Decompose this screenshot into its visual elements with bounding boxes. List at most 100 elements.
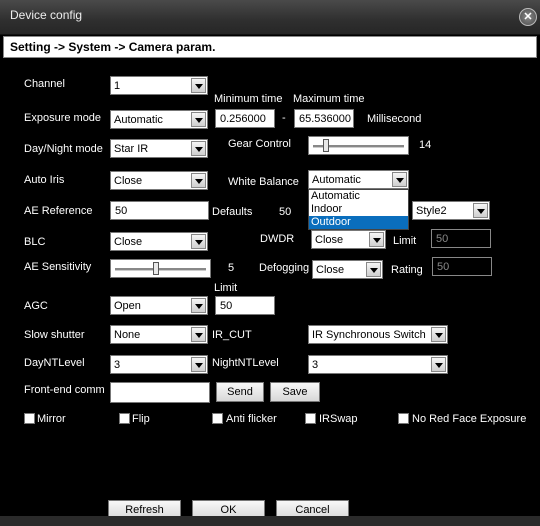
chevron-down-icon	[369, 232, 384, 247]
white-balance-label: White Balance	[228, 176, 299, 188]
day-nt-level-value: 3	[114, 359, 121, 371]
ae-sensitivity-value: 5	[228, 262, 235, 274]
anti-flicker-checkbox[interactable]	[212, 413, 223, 424]
night-nt-level-select[interactable]: 3	[308, 355, 448, 374]
night-nt-level-label: NightNTLevel	[212, 357, 279, 369]
day-nt-level-select[interactable]: 3	[110, 355, 208, 374]
channel-select[interactable]: 1	[110, 76, 208, 95]
minimum-time-label: Minimum time	[214, 93, 283, 105]
maximum-time-value: 65.536000	[299, 113, 351, 125]
exposure-mode-select[interactable]: Automatic	[110, 110, 208, 129]
window-title: Device config	[10, 8, 83, 22]
send-button[interactable]: Send	[216, 382, 264, 402]
channel-value: 1	[114, 80, 121, 92]
irswap-checkbox[interactable]	[305, 413, 316, 424]
exposure-mode-label: Exposure mode	[24, 112, 102, 124]
style-select[interactable]: Style2	[412, 201, 490, 220]
slider-thumb[interactable]	[153, 262, 160, 275]
blc-label: BLC	[24, 236, 46, 248]
time-range-dash: -	[282, 112, 286, 124]
title-bar: Device config ✕	[0, 0, 540, 35]
flip-label: Flip	[132, 413, 150, 425]
slider-thumb[interactable]	[323, 139, 330, 152]
ir-cut-value: IR Synchronous Switch	[312, 329, 426, 341]
blc-select[interactable]: Close	[110, 232, 208, 251]
ir-cut-select[interactable]: IR Synchronous Switch	[308, 325, 448, 344]
channel-label: Channel	[24, 78, 65, 90]
style-value: Style2	[416, 205, 447, 217]
blc-value: Close	[114, 236, 143, 248]
day-night-mode-label: Day/Night mode	[24, 143, 103, 155]
white-balance-select[interactable]: Automatic	[308, 170, 409, 189]
chevron-down-icon	[191, 298, 206, 313]
agc-limit-input[interactable]: 50	[215, 296, 275, 315]
mirror-checkbox[interactable]	[24, 413, 35, 424]
auto-iris-label: Auto Iris	[24, 174, 65, 186]
breadcrumb: Setting -> System -> Camera param.	[3, 36, 537, 58]
save-button[interactable]: Save	[270, 382, 320, 402]
chevron-down-icon	[191, 141, 206, 156]
chevron-down-icon	[191, 173, 206, 188]
ae-sensitivity-slider[interactable]	[110, 259, 211, 278]
background-strip	[0, 516, 540, 526]
ir-cut-label: IR_CUT	[212, 329, 252, 341]
irswap-label: IRSwap	[319, 413, 358, 425]
chevron-down-icon	[191, 327, 206, 342]
millisecond-label: Millisecond	[367, 113, 422, 125]
ae-reference-value: 50	[115, 205, 128, 217]
day-nt-level-label: DayNTLevel	[24, 357, 85, 369]
exposure-mode-value: Automatic	[114, 114, 163, 126]
gear-control-label: Gear Control	[228, 138, 291, 150]
front-end-comm-label: Front-end comm	[24, 384, 105, 396]
no-red-face-label: No Red Face Exposure	[412, 413, 527, 425]
white-balance-option-highlighted[interactable]: Outdoor	[309, 216, 408, 229]
close-icon[interactable]: ✕	[519, 8, 537, 26]
slow-shutter-select[interactable]: None	[110, 325, 208, 344]
day-night-mode-select[interactable]: Star IR	[110, 139, 208, 158]
mirror-label: Mirror	[37, 413, 66, 425]
flip-checkbox[interactable]	[119, 413, 130, 424]
chevron-down-icon	[392, 172, 407, 187]
ae-reference-input[interactable]: 50	[110, 201, 209, 220]
white-balance-option[interactable]: Indoor	[309, 203, 408, 216]
chevron-down-icon	[473, 203, 488, 218]
white-balance-value: Automatic	[312, 174, 361, 186]
chevron-down-icon	[191, 78, 206, 93]
ae-sensitivity-label: AE Sensitivity	[24, 261, 92, 273]
agc-value: Open	[114, 300, 141, 312]
rating-label: Rating	[391, 264, 423, 276]
dwdr-value: Close	[315, 234, 344, 246]
dwdr-limit-input[interactable]: 50	[431, 229, 491, 248]
device-config-window: Device config ✕ Setting -> System -> Cam…	[0, 0, 540, 526]
defogging-select[interactable]: Close	[312, 260, 383, 279]
white-balance-dropdown-list[interactable]: Automatic Indoor Outdoor	[308, 189, 409, 230]
day-night-mode-value: Star IR	[114, 143, 149, 155]
defogging-value: Close	[316, 264, 345, 276]
maximum-time-input[interactable]: 65.536000	[294, 109, 354, 128]
no-red-face-checkbox[interactable]	[398, 413, 409, 424]
slow-shutter-label: Slow shutter	[24, 329, 85, 341]
rating-value: 50	[437, 261, 450, 273]
gear-control-value: 14	[419, 139, 432, 151]
dwdr-label: DWDR	[260, 233, 295, 245]
slider-track	[115, 268, 206, 271]
auto-iris-select[interactable]: Close	[110, 171, 208, 190]
breadcrumb-text: Setting -> System -> Camera param.	[10, 40, 216, 54]
chevron-down-icon	[191, 357, 206, 372]
white-balance-option[interactable]: Automatic	[309, 190, 408, 203]
rating-input[interactable]: 50	[432, 257, 492, 276]
chevron-down-icon	[191, 234, 206, 249]
maximum-time-label: Maximum time	[293, 93, 365, 105]
ae-reference-label: AE Reference	[24, 205, 93, 217]
chevron-down-icon	[191, 112, 206, 127]
agc-limit-value: 50	[220, 300, 233, 312]
minimum-time-input[interactable]: 0.256000	[215, 109, 275, 128]
chevron-down-icon	[366, 262, 381, 277]
slow-shutter-value: None	[114, 329, 141, 341]
gear-control-slider[interactable]	[308, 136, 409, 155]
dwdr-select[interactable]: Close	[311, 230, 386, 249]
agc-label: AGC	[24, 300, 48, 312]
front-end-comm-input[interactable]	[110, 382, 210, 403]
agc-select[interactable]: Open	[110, 296, 208, 315]
defaults-value: 50	[279, 206, 292, 218]
